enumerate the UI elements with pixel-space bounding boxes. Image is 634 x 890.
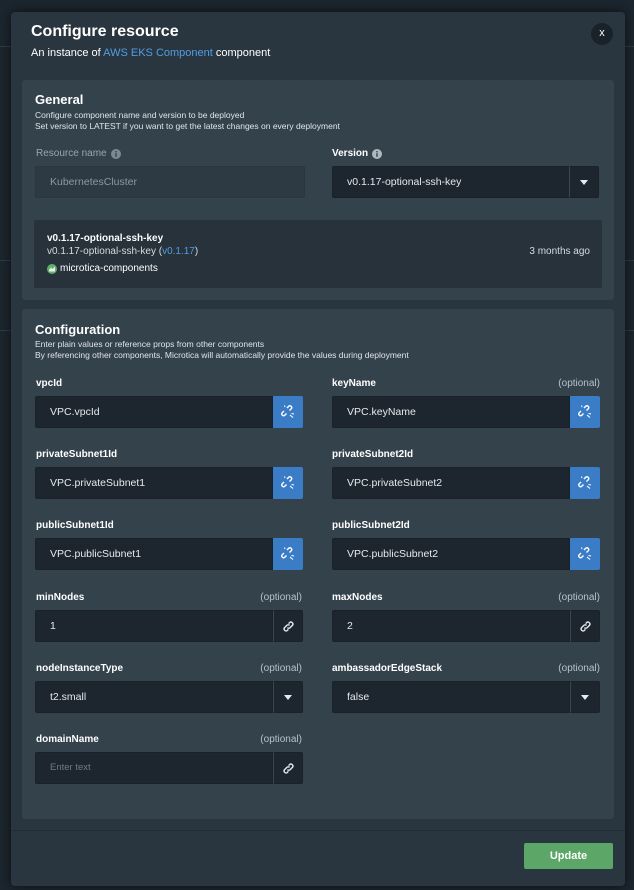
- general-card: General Configure component name and ver…: [22, 80, 614, 300]
- configuration-title: Configuration: [35, 322, 121, 337]
- keyname-label: keyName: [332, 378, 376, 389]
- unlink-icon: [281, 547, 295, 560]
- privatesubnet1id-input[interactable]: VPC.privateSubnet1: [35, 467, 273, 499]
- privatesubnet2id-unlink-button[interactable]: [570, 467, 600, 499]
- keyname-input[interactable]: VPC.keyName: [332, 396, 570, 428]
- version-time: 3 months ago: [529, 246, 590, 257]
- vpcid-label: vpcId: [36, 378, 63, 389]
- subtitle-prefix: An instance of: [31, 47, 101, 59]
- privatesubnet1id-unlink-button[interactable]: [273, 467, 303, 499]
- configuration-desc-line: Enter plain values or reference props fr…: [35, 339, 265, 349]
- ambassadoredgestack-optional-label: (optional): [558, 663, 600, 674]
- version-label: Version: [332, 148, 383, 159]
- close-button[interactable]: x: [591, 23, 613, 45]
- component-link[interactable]: AWS EKS Component: [103, 47, 213, 59]
- vpcid-input[interactable]: VPC.vpcId: [35, 396, 273, 428]
- resource-name-input[interactable]: KubernetesCluster: [35, 166, 305, 198]
- privatesubnet2id-label: privateSubnet2Id: [332, 449, 414, 460]
- domainname-optional-label: (optional): [260, 734, 302, 745]
- version-tag-link[interactable]: v0.1.17: [162, 246, 195, 257]
- domainname-link-button[interactable]: [273, 752, 303, 784]
- chevron-down-icon: [580, 179, 588, 185]
- publicsubnet2id-unlink-button[interactable]: [570, 538, 600, 570]
- organization-avatar-icon: [47, 263, 57, 274]
- nodeinstancetype-dropdown-button[interactable]: [273, 681, 303, 713]
- minnodes-link-button[interactable]: [273, 610, 303, 642]
- ambassadoredgestack-select[interactable]: false: [332, 681, 570, 713]
- version-info-suffix: ): [194, 246, 199, 257]
- resource-name-label-text: Resource name: [36, 148, 107, 159]
- minnodes-optional-label: (optional): [260, 592, 302, 603]
- keyname-unlink-button[interactable]: [570, 396, 600, 428]
- maxnodes-optional-label: (optional): [558, 592, 600, 603]
- footer-divider: [11, 830, 625, 831]
- domainname-label: domainName: [36, 734, 99, 745]
- subtitle-suffix: component: [215, 47, 271, 59]
- general-description: Configure component name and version to …: [35, 110, 340, 132]
- ambassadoredgestack-dropdown-button[interactable]: [570, 681, 600, 713]
- version-info-line: v0.1.17-optional-ssh-key (v0.1.17): [47, 246, 198, 257]
- info-icon: [372, 148, 383, 159]
- version-info-prefix: v0.1.17-optional-ssh-key (: [47, 246, 163, 257]
- unlink-icon: [578, 547, 592, 560]
- minnodes-label: minNodes: [36, 592, 85, 603]
- version-owner: microtica-components: [47, 263, 158, 274]
- unlink-icon: [578, 405, 592, 418]
- maxnodes-label: maxNodes: [332, 592, 383, 603]
- version-info-panel: v0.1.17-optional-ssh-key v0.1.17-optiona…: [34, 220, 602, 288]
- publicsubnet2id-label: publicSubnet2Id: [332, 520, 410, 531]
- domainname-input[interactable]: Enter text: [35, 752, 273, 784]
- minnodes-input[interactable]: 1: [35, 610, 273, 642]
- chevron-down-icon: [284, 694, 292, 700]
- resource-name-label: Resource name: [36, 148, 121, 159]
- keyname-optional-label: (optional): [558, 378, 600, 389]
- vpcid-unlink-button[interactable]: [273, 396, 303, 428]
- configuration-desc-line: By referencing other components, Microti…: [35, 350, 409, 360]
- version-select[interactable]: v0.1.17-optional-ssh-key: [332, 166, 570, 198]
- modal-title: Configure resource: [31, 23, 179, 40]
- version-label-text: Version: [332, 148, 369, 159]
- link-icon: [579, 620, 591, 632]
- configuration-description: Enter plain values or reference props fr…: [35, 339, 409, 361]
- privatesubnet2id-input[interactable]: VPC.privateSubnet2: [332, 467, 570, 499]
- configuration-card: Configuration Enter plain values or refe…: [22, 309, 614, 819]
- modal-header: Configure resource An instance of AWS EK…: [11, 12, 625, 68]
- publicsubnet2id-input[interactable]: VPC.publicSubnet2: [332, 538, 570, 570]
- maxnodes-input[interactable]: 2: [332, 610, 570, 642]
- general-desc-line: Configure component name and version to …: [35, 110, 245, 120]
- unlink-icon: [281, 405, 295, 418]
- configure-resource-modal: Configure resource An instance of AWS EK…: [11, 12, 625, 886]
- nodeinstancetype-label: nodeInstanceType: [36, 663, 124, 674]
- privatesubnet1id-label: privateSubnet1Id: [36, 449, 118, 460]
- info-icon: [110, 148, 121, 159]
- link-icon: [282, 620, 294, 632]
- general-desc-line: Set version to LATEST if you want to get…: [35, 121, 340, 131]
- chevron-down-icon: [581, 694, 589, 700]
- publicsubnet1id-unlink-button[interactable]: [273, 538, 303, 570]
- version-dropdown-button[interactable]: [569, 166, 599, 198]
- unlink-icon: [578, 476, 592, 489]
- update-button[interactable]: Update: [524, 843, 613, 869]
- maxnodes-link-button[interactable]: [570, 610, 600, 642]
- unlink-icon: [281, 476, 295, 489]
- publicsubnet1id-input[interactable]: VPC.publicSubnet1: [35, 538, 273, 570]
- link-icon: [282, 762, 294, 774]
- publicsubnet1id-label: publicSubnet1Id: [36, 520, 114, 531]
- version-info-title: v0.1.17-optional-ssh-key: [47, 233, 164, 244]
- version-owner-name: microtica-components: [60, 263, 158, 274]
- modal-subtitle: An instance of AWS EKS Component compone…: [31, 47, 270, 59]
- nodeinstancetype-select[interactable]: t2.small: [35, 681, 273, 713]
- general-title: General: [35, 92, 84, 107]
- nodeinstancetype-optional-label: (optional): [260, 663, 302, 674]
- ambassadoredgestack-label: ambassadorEdgeStack: [332, 663, 443, 674]
